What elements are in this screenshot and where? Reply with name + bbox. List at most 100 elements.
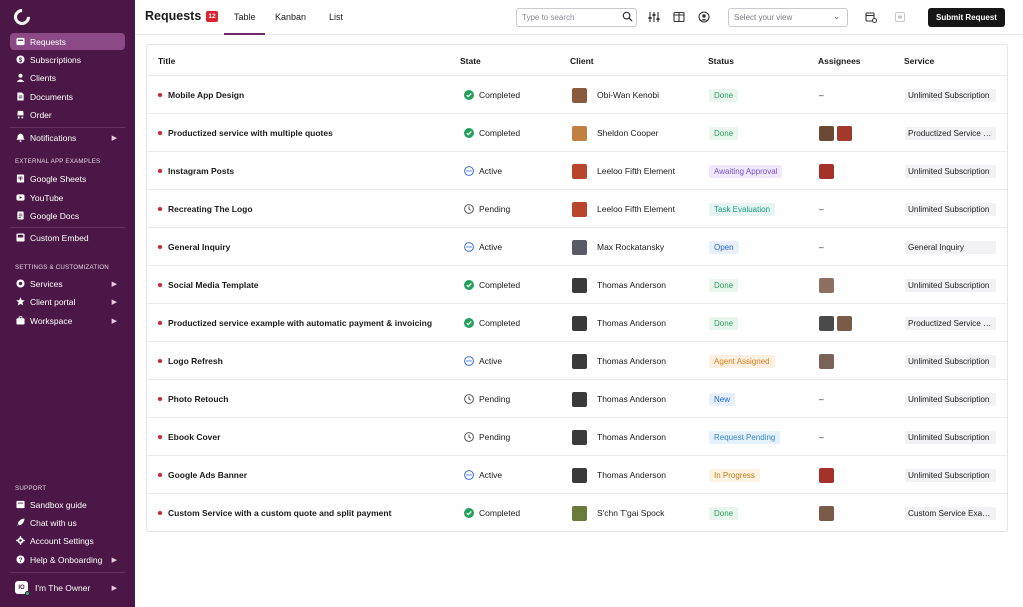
client-cell[interactable]: Leeloo Fifth Element: [572, 190, 675, 228]
sidebar-item-subscriptions[interactable]: $ Subscriptions: [10, 51, 125, 68]
client-cell[interactable]: Thomas Anderson: [572, 380, 666, 418]
table-row[interactable]: Google Ads Banner Active Thomas Anderson In…: [147, 456, 1007, 494]
service-chip[interactable]: Unlimited Subscription: [905, 164, 996, 178]
client-cell[interactable]: Thomas Anderson: [572, 342, 666, 380]
service-chip[interactable]: Unlimited Subscription: [905, 392, 996, 406]
service-chip[interactable]: Unlimited Subscription: [905, 88, 996, 102]
service-chip[interactable]: Custom Service Example: [905, 506, 996, 520]
assignee-avatar[interactable]: [819, 125, 834, 141]
sidebar-item-custom-embed[interactable]: Custom Embed: [10, 229, 125, 246]
status-badge[interactable]: In Progress: [709, 468, 760, 482]
assignee-avatar[interactable]: [837, 315, 852, 331]
calendar-settings-icon[interactable]: [865, 11, 877, 23]
status-badge[interactable]: Done: [709, 506, 739, 520]
sidebar-item-youtube[interactable]: YouTube: [10, 189, 125, 206]
tab-table[interactable]: Table: [234, 12, 256, 22]
sidebar-item-services[interactable]: Services ▶: [10, 275, 125, 292]
column-header-status[interactable]: Status: [708, 56, 734, 66]
archive-icon[interactable]: [894, 11, 906, 23]
column-header-title[interactable]: Title: [158, 56, 175, 66]
assignee-avatar[interactable]: [819, 277, 834, 293]
sidebar-item-account-settings[interactable]: Account Settings: [10, 532, 125, 549]
status-badge[interactable]: Agent Assigned: [709, 354, 775, 368]
status-badge[interactable]: New: [709, 392, 736, 406]
logo-icon[interactable]: [10, 5, 34, 29]
assignee-avatar[interactable]: [819, 505, 834, 521]
request-title[interactable]: Social Media Template: [158, 266, 259, 304]
sidebar-item-google-docs[interactable]: Google Docs: [10, 207, 125, 224]
assignee-avatar[interactable]: [819, 353, 834, 369]
sidebar-item-help-onboarding[interactable]: ? Help & Onboarding ▶: [10, 551, 125, 568]
client-cell[interactable]: Obi-Wan Kenobi: [572, 76, 659, 114]
sidebar-item-order[interactable]: Order: [10, 106, 125, 123]
sidebar-item-requests[interactable]: Requests: [10, 33, 125, 50]
submit-request-button[interactable]: Submit Request: [928, 8, 1005, 27]
status-badge[interactable]: Done: [709, 316, 739, 330]
request-title[interactable]: Mobile App Design: [158, 76, 244, 114]
assignee-avatar[interactable]: [837, 125, 852, 141]
table-row[interactable]: General Inquiry Active Max Rockatansky Open…: [147, 228, 1007, 266]
sidebar-item-notifications[interactable]: Notifications ▶: [10, 129, 125, 146]
service-chip[interactable]: Unlimited Subscription: [905, 354, 996, 368]
table-row[interactable]: Mobile App Design Completed Obi-Wan Kenobi…: [147, 76, 1007, 114]
tab-list[interactable]: List: [329, 12, 343, 22]
tab-kanban[interactable]: Kanban: [275, 12, 306, 22]
columns-icon[interactable]: [673, 11, 685, 23]
status-badge[interactable]: Done: [709, 126, 739, 140]
client-cell[interactable]: Thomas Anderson: [572, 418, 666, 456]
sidebar-item-documents[interactable]: Documents: [10, 88, 125, 105]
client-cell[interactable]: Thomas Anderson: [572, 266, 666, 304]
assignee-avatar[interactable]: [819, 467, 834, 483]
table-row[interactable]: Instagram Posts Active Leeloo Fifth Elemen…: [147, 152, 1007, 190]
sidebar-item-google-sheets[interactable]: Google Sheets: [10, 170, 125, 187]
status-badge[interactable]: Done: [709, 278, 739, 292]
client-cell[interactable]: S'chn T'gai Spock: [572, 494, 664, 532]
assignee-avatar[interactable]: [819, 315, 834, 331]
table-row[interactable]: Recreating The Logo Pending Leeloo Fifth E…: [147, 190, 1007, 228]
search-icon[interactable]: [622, 11, 633, 22]
status-badge[interactable]: Open: [709, 240, 739, 254]
service-chip[interactable]: Unlimited Subscription: [905, 202, 996, 216]
column-header-state[interactable]: State: [460, 56, 481, 66]
table-row[interactable]: Photo Retouch Pending Thomas Anderson New – U…: [147, 380, 1007, 418]
status-badge[interactable]: Request Pending: [709, 430, 781, 444]
request-title[interactable]: Logo Refresh: [158, 342, 223, 380]
request-title[interactable]: Instagram Posts: [158, 152, 234, 190]
user-circle-icon[interactable]: [698, 11, 710, 23]
request-title[interactable]: Productized service example with automat…: [158, 304, 432, 342]
column-header-service[interactable]: Service: [904, 56, 934, 66]
status-badge[interactable]: Task Evaluation: [709, 202, 776, 216]
client-cell[interactable]: Max Rockatansky: [572, 228, 664, 266]
service-chip[interactable]: Unlimited Subscription: [905, 468, 996, 482]
request-title[interactable]: Recreating The Logo: [158, 190, 253, 228]
view-select[interactable]: Select your view ⌄: [728, 8, 848, 27]
status-badge[interactable]: Awaiting Approval: [709, 164, 783, 178]
client-cell[interactable]: Sheldon Cooper: [572, 114, 658, 152]
table-row[interactable]: Ebook Cover Pending Thomas Anderson Request…: [147, 418, 1007, 456]
service-chip[interactable]: Unlimited Subscription: [905, 430, 996, 444]
table-row[interactable]: Social Media Template Completed Thomas And…: [147, 266, 1007, 304]
request-title[interactable]: Photo Retouch: [158, 380, 228, 418]
service-chip[interactable]: Unlimited Subscription: [905, 278, 996, 292]
service-chip[interactable]: Productized Service Example: [905, 316, 996, 330]
table-row[interactable]: Productized service with multiple quotes…: [147, 114, 1007, 152]
request-title[interactable]: General Inquiry: [158, 228, 230, 266]
service-chip[interactable]: Productized Service Example: [905, 126, 996, 140]
client-cell[interactable]: Thomas Anderson: [572, 304, 666, 342]
request-title[interactable]: Productized service with multiple quotes: [158, 114, 333, 152]
column-header-client[interactable]: Client: [570, 56, 594, 66]
sidebar-item-clients[interactable]: Clients: [10, 69, 125, 86]
table-row[interactable]: Productized service example with automat…: [147, 304, 1007, 342]
sidebar-item-workspace[interactable]: Workspace ▶: [10, 312, 125, 329]
status-badge[interactable]: Done: [709, 88, 739, 102]
client-cell[interactable]: Leeloo Fifth Element: [572, 152, 675, 190]
table-row[interactable]: Custom Service with a custom quote and s…: [147, 494, 1007, 532]
client-cell[interactable]: Thomas Anderson: [572, 456, 666, 494]
sidebar-item-client-portal[interactable]: Client portal ▶: [10, 293, 125, 310]
request-title[interactable]: Custom Service with a custom quote and s…: [158, 494, 391, 532]
sidebar-item-sandbox-guide[interactable]: Sandbox guide: [10, 496, 125, 513]
assignee-avatar[interactable]: [819, 163, 834, 179]
request-title[interactable]: Ebook Cover: [158, 418, 220, 456]
service-chip[interactable]: General Inquiry: [905, 240, 996, 254]
sidebar-item-chat-with-us[interactable]: Chat with us: [10, 514, 125, 531]
